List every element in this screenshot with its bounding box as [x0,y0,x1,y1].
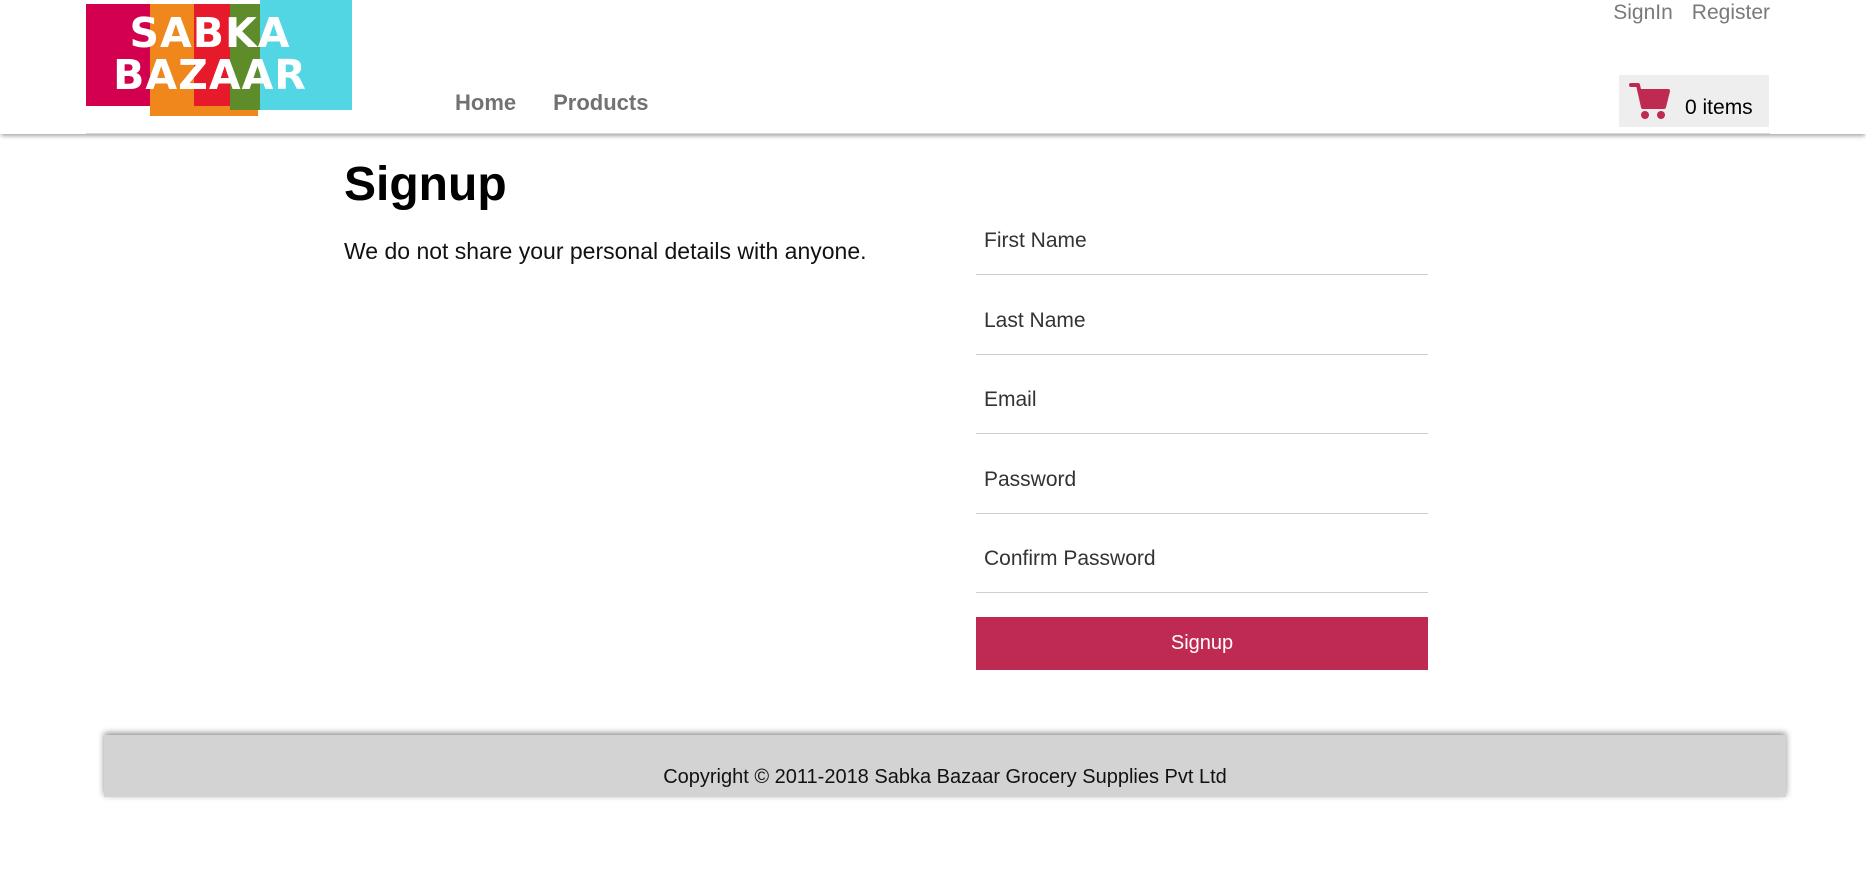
main-nav: Home Products [455,90,648,116]
header-divider [86,133,1770,134]
cart-button[interactable]: 0 items [1619,75,1769,127]
site-footer: Copyright © 2011-2018 Sabka Bazaar Groce… [104,735,1786,797]
first-name-field-wrapper [976,224,1428,275]
last-name-field[interactable] [976,305,1428,354]
confirm-password-field[interactable] [976,544,1428,592]
confirm-password-field-wrapper [976,514,1428,593]
nav-home-link[interactable]: Home [455,90,516,116]
password-field[interactable] [976,464,1428,513]
cart-icon [1629,83,1670,119]
auth-links: SignIn Register [1613,1,1770,25]
password-field-wrapper [976,434,1428,514]
logo-line-1: SABKA [129,9,291,57]
page-title: Signup [344,158,507,211]
register-link[interactable]: Register [1692,1,1770,25]
first-name-field[interactable] [976,226,1428,274]
cart-count: 0 items [1685,96,1753,119]
logo-text: SABKA BAZAAR [86,12,334,96]
site-header: SABKA BAZAAR Home Products SignIn Regist… [0,0,1866,134]
privacy-note: We do not share your personal details wi… [344,238,867,264]
email-field-wrapper [976,355,1428,434]
copyright-text: Copyright © 2011-2018 Sabka Bazaar Groce… [663,766,1227,788]
email-field[interactable] [976,385,1428,433]
sabka-bazaar-logo[interactable]: SABKA BAZAAR [86,0,352,116]
signup-form: Signup [976,224,1428,670]
last-name-field-wrapper [976,275,1428,355]
nav-products-link[interactable]: Products [553,90,648,116]
logo-line-2: BAZAAR [113,51,307,99]
signin-link[interactable]: SignIn [1613,1,1673,25]
signup-button[interactable]: Signup [976,617,1428,670]
